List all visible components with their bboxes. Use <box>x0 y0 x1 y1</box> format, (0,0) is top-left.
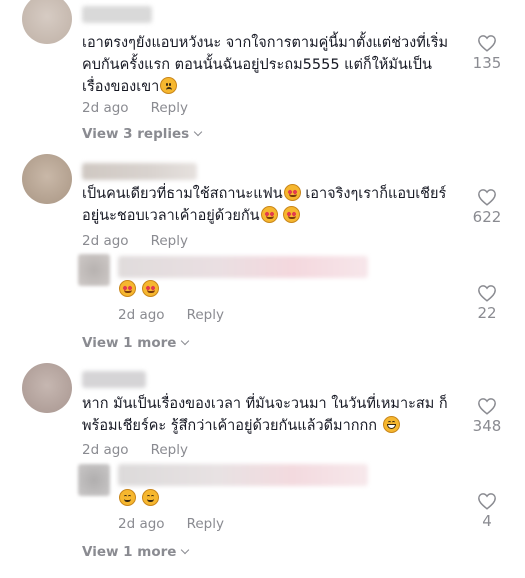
avatar[interactable] <box>22 0 72 44</box>
comment-text: เป็นคนเดียวที่ธามใช้สถานะแฟน เอาจริงๆเรา… <box>82 184 447 224</box>
chevron-down-icon <box>181 545 190 555</box>
reply-text <box>118 488 159 510</box>
reply-meta: 2d ago Reply <box>118 307 246 323</box>
smiling-face-with-hearts-icon <box>119 280 136 297</box>
like-button[interactable]: 22 <box>467 284 507 322</box>
avatar[interactable] <box>22 154 72 204</box>
comment-text: หาก มันเป็นเรื่องของเวลา ที่มันจะวนมา ใน… <box>82 396 448 434</box>
reply-date: 2d ago <box>118 516 165 532</box>
like-button[interactable]: 622 <box>467 188 507 226</box>
like-count: 348 <box>472 417 502 435</box>
smiling-face-icon <box>141 489 159 506</box>
username-blurred[interactable] <box>82 371 146 388</box>
heart-icon <box>478 35 496 52</box>
avatar[interactable] <box>78 254 110 286</box>
reply-button[interactable]: Reply <box>151 233 188 249</box>
like-count: 622 <box>472 208 502 226</box>
like-count: 135 <box>472 54 502 72</box>
avatar[interactable] <box>22 363 72 413</box>
like-button[interactable]: 135 <box>467 34 507 72</box>
view-replies-label: View 3 replies <box>82 126 190 142</box>
reply-button[interactable]: Reply <box>187 307 224 323</box>
like-button[interactable]: 348 <box>467 397 507 435</box>
view-more-button[interactable]: View 1 more <box>82 544 190 560</box>
comment-meta: 2d ago Reply <box>82 233 210 249</box>
reply-text <box>118 279 159 301</box>
smiling-face-with-hearts-icon <box>260 206 278 223</box>
smiling-face-with-hearts-icon <box>141 280 159 297</box>
comment-text: เอาตรงๆยังแอบหวังนะ จากใจการตามคู่นี้มาต… <box>82 35 449 95</box>
view-more-label: View 1 more <box>82 335 177 351</box>
chevron-down-icon <box>193 127 203 137</box>
view-more-button[interactable]: View 1 more <box>82 335 190 351</box>
heart-icon <box>478 189 496 206</box>
like-count: 22 <box>477 304 497 322</box>
smiling-face-icon <box>119 489 136 506</box>
heart-icon <box>478 285 496 302</box>
heart-icon <box>478 398 496 415</box>
view-more-label: View 1 more <box>82 544 177 560</box>
heart-icon <box>478 493 496 510</box>
like-count: 4 <box>482 512 492 530</box>
sad-face-icon <box>160 77 178 94</box>
chevron-down-icon <box>181 336 190 346</box>
smiling-face-with-hearts-icon <box>283 206 301 223</box>
avatar[interactable] <box>78 464 110 496</box>
reply-meta: 2d ago Reply <box>118 516 246 532</box>
comment-date: 2d ago <box>82 442 129 458</box>
grinning-face-icon <box>382 416 400 433</box>
comment-meta: 2d ago Reply <box>82 442 210 458</box>
comment-date: 2d ago <box>82 233 129 249</box>
username-blurred[interactable] <box>118 464 368 486</box>
like-button[interactable]: 4 <box>467 492 507 530</box>
username-blurred[interactable] <box>82 163 197 180</box>
reply-date: 2d ago <box>118 307 165 323</box>
comment-meta: 2d ago Reply <box>82 100 210 116</box>
smiling-face-with-hearts-icon <box>283 184 301 201</box>
reply-button[interactable]: Reply <box>187 516 224 532</box>
reply-button[interactable]: Reply <box>151 442 188 458</box>
reply-button[interactable]: Reply <box>151 100 188 116</box>
view-replies-button[interactable]: View 3 replies <box>82 126 203 142</box>
username-blurred[interactable] <box>118 256 368 278</box>
username-blurred[interactable] <box>82 6 152 23</box>
comment-date: 2d ago <box>82 100 129 116</box>
